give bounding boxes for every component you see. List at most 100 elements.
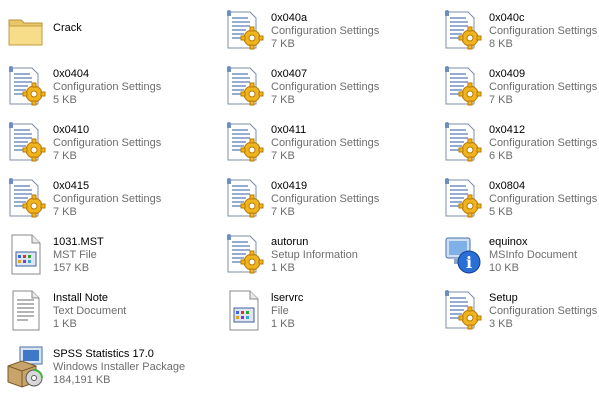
file-name: 0x0410 xyxy=(53,124,90,136)
file-name: Setup xyxy=(489,292,518,304)
file-size: 157 KB xyxy=(53,262,90,274)
file-size: 5 KB xyxy=(53,94,77,106)
file-name: 1031.MST xyxy=(53,236,104,248)
file-item[interactable]: 0x0415 Configuration Settings 7 KB xyxy=(2,172,220,224)
file-item[interactable]: 0x0804 Configuration Settings 5 KB xyxy=(438,172,599,224)
file-item-text: SPSS Statistics 17.0 Windows Installer Pa… xyxy=(53,348,218,387)
file-name: Install Note xyxy=(53,292,109,304)
file-name: 0x040a xyxy=(271,12,308,24)
installer-package-icon xyxy=(6,344,46,388)
file-item-text: 0x040c Configuration Settings 8 KB xyxy=(489,12,599,51)
file-size: 7 KB xyxy=(271,150,295,162)
file-item[interactable]: 1031.MST MST File 157 KB xyxy=(2,228,220,280)
file-type: Configuration Settings xyxy=(271,137,380,149)
file-item-text: 0x0804 Configuration Settings 5 KB xyxy=(489,180,599,219)
file-type: Setup Information xyxy=(271,249,358,261)
file-size: 6 KB xyxy=(489,150,513,162)
file-item-text: 0x0415 Configuration Settings 7 KB xyxy=(53,180,218,219)
file-item-text: Crack xyxy=(53,22,218,35)
file-size: 8 KB xyxy=(489,38,513,50)
config-settings-icon xyxy=(6,64,46,108)
config-settings-icon xyxy=(442,176,482,220)
file-size: 1 KB xyxy=(271,262,295,274)
file-size: 7 KB xyxy=(271,38,295,50)
file-name: lservrc xyxy=(271,292,304,304)
file-name: SPSS Statistics 17.0 xyxy=(53,348,154,360)
config-settings-icon xyxy=(6,176,46,220)
file-name: 0x0804 xyxy=(489,180,526,192)
config-settings-icon xyxy=(224,8,264,52)
file-item[interactable]: 0x0412 Configuration Settings 6 KB xyxy=(438,116,599,168)
file-size: 7 KB xyxy=(271,94,295,106)
msinfo-document-icon: i xyxy=(442,232,482,276)
file-name: 0x0411 xyxy=(271,124,307,136)
folder-icon xyxy=(6,8,46,52)
file-type: Configuration Settings xyxy=(271,81,380,93)
file-item-text: Install Note Text Document 1 KB xyxy=(53,292,218,331)
file-item[interactable]: Crack xyxy=(2,4,220,56)
file-type: Windows Installer Package xyxy=(53,361,186,373)
file-item[interactable]: autorun Setup Information 1 KB xyxy=(220,228,438,280)
file-type: Configuration Settings xyxy=(271,193,380,205)
file-item-text: 0x0404 Configuration Settings 5 KB xyxy=(53,68,218,107)
file-list-tiles-view: Crack 0x040aConfiguration Settings7 KB xyxy=(0,0,599,405)
mst-file-icon xyxy=(6,232,46,276)
file-type: Configuration Settings xyxy=(489,25,598,37)
config-settings-icon xyxy=(224,232,264,276)
file-item[interactable]: 0x0407 Configuration Settings 7 KB xyxy=(220,60,438,112)
file-item-text: 0x040a Configuration Settings 7 KB xyxy=(271,12,436,51)
file-item-text: 0x0410 Configuration Settings 7 KB xyxy=(53,124,218,163)
config-settings-icon xyxy=(442,8,482,52)
file-size: 184,191 KB xyxy=(53,374,111,386)
file-item-text: lservrc File 1 KB xyxy=(271,292,436,331)
file-item-text: equinox MSInfo Document 10 KB xyxy=(489,236,599,275)
file-name: 0x0412 xyxy=(489,124,526,136)
config-settings-icon xyxy=(224,176,264,220)
file-name: equinox xyxy=(489,236,528,248)
config-settings-icon xyxy=(442,288,482,332)
file-item[interactable]: 0x040a Configuration Settings 7 KB xyxy=(220,4,438,56)
file-name: 0x0419 xyxy=(271,180,308,192)
file-type: Configuration Settings xyxy=(489,137,598,149)
config-settings-icon xyxy=(224,120,264,164)
file-item[interactable]: 0x0409 Configuration Settings 7 KB xyxy=(438,60,599,112)
file-item[interactable]: 0x0411 Configuration Settings 7 KB xyxy=(220,116,438,168)
file-name: autorun xyxy=(271,236,309,248)
file-name: 0x0404 xyxy=(53,68,90,80)
file-name: 0x0407 xyxy=(271,68,308,80)
config-settings-icon xyxy=(442,120,482,164)
file-type: Configuration Settings xyxy=(489,305,598,317)
file-item[interactable]: Install Note Text Document 1 KB xyxy=(2,284,220,336)
file-item-text: 0x0407 Configuration Settings 7 KB xyxy=(271,68,436,107)
file-size: 7 KB xyxy=(53,206,77,218)
file-item[interactable]: i equinox MSInfo Document 10 KB xyxy=(438,228,599,280)
file-item[interactable]: 0x040c Configuration Settings 8 KB xyxy=(438,4,599,56)
file-size: 1 KB xyxy=(271,318,295,330)
file-size: 10 KB xyxy=(489,262,519,274)
file-type: Configuration Settings xyxy=(53,137,162,149)
file-type: Configuration Settings xyxy=(489,81,598,93)
file-name: Crack xyxy=(53,22,82,34)
file-name: 0x040c xyxy=(489,12,525,24)
file-type: File xyxy=(271,305,289,317)
file-item[interactable]: 0x0410 Configuration Settings 7 KB xyxy=(2,116,220,168)
file-type: Text Document xyxy=(53,305,127,317)
file-name: 0x0415 xyxy=(53,180,90,192)
file-size: 7 KB xyxy=(489,94,513,106)
file-item[interactable]: 0x0404 Configuration Settings 5 KB xyxy=(2,60,220,112)
file-item[interactable]: SPSS Statistics 17.0 Windows Installer Pa… xyxy=(2,340,220,392)
file-type: MSInfo Document xyxy=(489,249,578,261)
file-item[interactable]: lservrc File 1 KB xyxy=(220,284,438,336)
file-item-text: 0x0411 Configuration Settings 7 KB xyxy=(271,124,436,163)
file-type: Configuration Settings xyxy=(271,25,380,37)
file-item-text: 0x0412 Configuration Settings 6 KB xyxy=(489,124,599,163)
file-type: Configuration Settings xyxy=(53,81,162,93)
svg-text:i: i xyxy=(466,253,472,272)
file-item-text: 0x0419 Configuration Settings 7 KB xyxy=(271,180,436,219)
file-size: 7 KB xyxy=(53,150,77,162)
generic-file-icon xyxy=(224,288,264,332)
config-settings-icon xyxy=(6,120,46,164)
file-item-text: 1031.MST MST File 157 KB xyxy=(53,236,218,275)
file-item[interactable]: 0x0419 Configuration Settings 7 KB xyxy=(220,172,438,224)
file-item[interactable]: Setup Configuration Settings 3 KB xyxy=(438,284,599,336)
